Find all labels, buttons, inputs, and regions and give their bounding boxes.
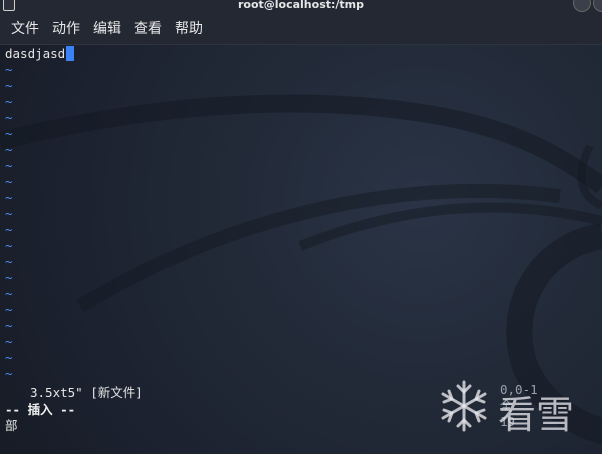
menu-item-action[interactable]: 动作 bbox=[52, 18, 80, 38]
text-cursor bbox=[66, 46, 75, 61]
title-bar: root@localhost:/tmp bbox=[0, 0, 602, 12]
empty-line-tilde: ~ bbox=[5, 158, 13, 173]
menu-item-edit[interactable]: 编辑 bbox=[93, 18, 121, 38]
empty-line-tilde: ~ bbox=[5, 318, 13, 333]
menu-item-help[interactable]: 帮助 bbox=[175, 18, 203, 38]
menu-bar: 文件 动作 编辑 查看 帮助 bbox=[0, 12, 602, 45]
minimize-button[interactable] bbox=[573, 0, 591, 12]
empty-line-markers: ~ ~ ~ ~ ~ ~ ~ ~ ~ ~ ~ ~ ~ ~ ~ ~ ~ ~ ~ ~ bbox=[5, 62, 595, 382]
empty-line-tilde: ~ bbox=[5, 126, 13, 141]
menu-item-view[interactable]: 查看 bbox=[134, 18, 162, 38]
terminal-icon bbox=[3, 0, 15, 11]
empty-line-tilde: ~ bbox=[5, 334, 13, 349]
empty-line-tilde: ~ bbox=[5, 190, 13, 205]
vim-editor[interactable]: dasdjasd ~ ~ ~ ~ ~ ~ ~ ~ ~ ~ ~ ~ ~ ~ ~ ~ ~ ~ ~ ~ bbox=[5, 46, 595, 382]
empty-line-tilde: ~ bbox=[5, 238, 13, 253]
empty-line-tilde: ~ bbox=[5, 222, 13, 237]
empty-line-tilde: ~ bbox=[5, 78, 13, 93]
status-line-3: 部 bbox=[5, 418, 18, 433]
empty-line-tilde: ~ bbox=[5, 254, 13, 269]
kanxue-watermark: 看雪 bbox=[436, 376, 586, 440]
buffer-text: dasdjasd bbox=[5, 46, 66, 61]
menu-item-file[interactable]: 文件 bbox=[11, 18, 39, 38]
empty-line-tilde: ~ bbox=[5, 270, 13, 285]
close-button[interactable] bbox=[593, 0, 602, 12]
terminal-window: root@localhost:/tmp 文件 动作 编辑 查看 帮助 dasdj… bbox=[0, 0, 602, 454]
window-title: root@localhost:/tmp bbox=[237, 0, 365, 11]
empty-line-tilde: ~ bbox=[5, 110, 13, 125]
buffer-line[interactable]: dasdjasd bbox=[5, 46, 595, 62]
empty-line-tilde: ~ bbox=[5, 302, 13, 317]
empty-line-tilde: ~ bbox=[5, 62, 13, 77]
empty-line-tilde: ~ bbox=[5, 174, 13, 189]
empty-line-tilde: ~ bbox=[5, 94, 13, 109]
empty-line-tilde: ~ bbox=[5, 350, 13, 365]
empty-line-tilde: ~ bbox=[5, 286, 13, 301]
watermark-text: 看雪 bbox=[498, 393, 575, 437]
snowflake-icon bbox=[441, 380, 487, 432]
empty-line-tilde: ~ bbox=[5, 142, 13, 157]
empty-line-tilde: ~ bbox=[5, 206, 13, 221]
